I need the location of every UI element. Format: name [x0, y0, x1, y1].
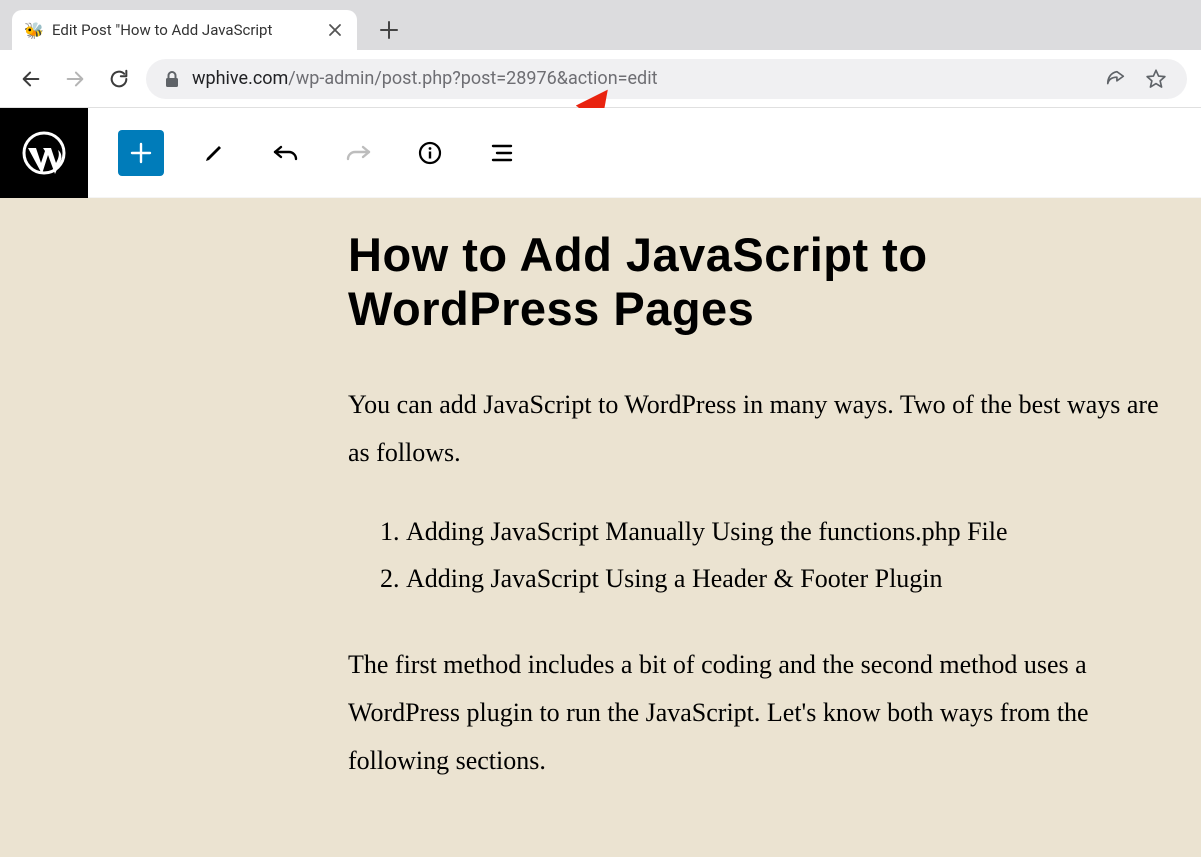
url-path: /wp-admin/post.php?post=28976&action=edi…	[288, 68, 657, 89]
close-tab-button[interactable]	[325, 20, 345, 40]
address-bar[interactable]: wphive.com/wp-admin/post.php?post=28976&…	[146, 59, 1187, 99]
left-col	[0, 108, 88, 784]
browser-chrome: 🐝 Edit Post "How to Add JavaScript wphiv…	[0, 0, 1201, 108]
url-text: wphive.com/wp-admin/post.php?post=28976&…	[192, 68, 657, 89]
post-body[interactable]: You can add JavaScript to WordPress in m…	[348, 381, 1161, 785]
post-title[interactable]: How to Add JavaScript to WordPress Pages	[348, 228, 1161, 336]
tab-title: Edit Post "How to Add JavaScript	[52, 21, 317, 39]
new-tab-button[interactable]	[373, 14, 405, 46]
wordpress-icon	[22, 131, 66, 175]
lock-icon	[164, 70, 180, 88]
editor-wrap: How to Add JavaScript to WordPress Pages…	[0, 108, 1201, 784]
outline-button[interactable]	[480, 131, 524, 175]
reload-button[interactable]	[102, 62, 136, 96]
info-button[interactable]	[408, 131, 452, 175]
wordpress-logo-button[interactable]	[0, 108, 88, 198]
list-item[interactable]: Adding JavaScript Using a Header & Foote…	[406, 556, 1161, 603]
editor-main: How to Add JavaScript to WordPress Pages…	[88, 108, 1201, 784]
post-outro-paragraph[interactable]: The first method includes a bit of codin…	[348, 641, 1161, 785]
editor-toolbar	[88, 108, 1201, 198]
url-domain: wphive.com	[192, 68, 288, 89]
undo-button[interactable]	[264, 131, 308, 175]
tab-favicon: 🐝	[24, 20, 44, 40]
edit-mode-button[interactable]	[192, 131, 236, 175]
browser-tab[interactable]: 🐝 Edit Post "How to Add JavaScript	[12, 10, 357, 50]
add-block-button[interactable]	[118, 130, 164, 176]
post-content[interactable]: How to Add JavaScript to WordPress Pages…	[88, 198, 1201, 857]
bookmark-star-icon[interactable]	[1143, 66, 1169, 92]
address-row: wphive.com/wp-admin/post.php?post=28976&…	[0, 50, 1201, 108]
forward-button	[58, 62, 92, 96]
redo-button	[336, 131, 380, 175]
methods-list[interactable]: Adding JavaScript Manually Using the fun…	[348, 509, 1161, 603]
back-button[interactable]	[14, 62, 48, 96]
share-icon[interactable]	[1103, 66, 1129, 92]
post-intro-paragraph[interactable]: You can add JavaScript to WordPress in m…	[348, 381, 1161, 477]
list-item[interactable]: Adding JavaScript Manually Using the fun…	[406, 509, 1161, 556]
tab-strip: 🐝 Edit Post "How to Add JavaScript	[0, 0, 1201, 50]
